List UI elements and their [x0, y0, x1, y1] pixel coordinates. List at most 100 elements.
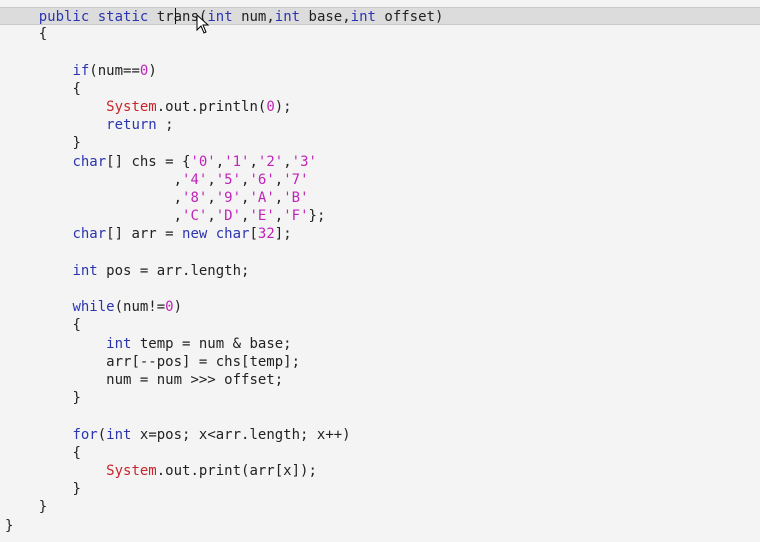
code-token: {	[72, 444, 81, 461]
code-token: '6'	[249, 171, 275, 188]
code-line[interactable]: for(int x=pos; x<arr.length; x++)	[0, 426, 760, 444]
code-line[interactable]: while(num!=0)	[0, 298, 760, 316]
code-token: x=pos; x<arr.length; x++)	[131, 426, 351, 443]
code-token: num,	[232, 9, 275, 25]
code-token: int	[350, 9, 376, 25]
code-token: '1'	[224, 153, 250, 170]
code-token: 32	[257, 226, 275, 243]
code-token: )	[173, 299, 183, 316]
code-token: pos = arr.length;	[97, 262, 250, 279]
code-line[interactable]: if(num==0)	[0, 62, 760, 80]
code-token: '0'	[190, 153, 216, 170]
code-token: while	[72, 299, 115, 316]
code-token: ];	[274, 226, 292, 243]
code-token: ,	[173, 171, 183, 188]
code-line[interactable]: int pos = arr.length;	[0, 262, 760, 280]
code-token: 'E'	[249, 208, 275, 225]
code-line[interactable]	[0, 280, 760, 298]
code-token: }	[38, 499, 48, 516]
code-token: [	[249, 226, 258, 243]
code-line[interactable]	[0, 407, 760, 425]
code-token: (	[97, 426, 107, 443]
code-token: ,	[274, 208, 284, 225]
code-token: 'A'	[249, 190, 275, 206]
code-line[interactable]: {	[0, 444, 760, 462]
code-token: base,	[300, 9, 351, 25]
code-editor[interactable]: public static trans(int num,int base,int…	[0, 0, 760, 542]
code-line[interactable]: ,'8','9','A','B'	[0, 189, 760, 207]
code-token: 'D'	[215, 208, 242, 225]
code-token: num = num >>> offset;	[106, 372, 284, 388]
code-token: {	[38, 26, 48, 43]
code-token: new	[182, 226, 208, 243]
code-line[interactable]: {	[0, 316, 760, 334]
code-token: }	[72, 481, 81, 498]
current-code-line[interactable]: public static trans(int num,int base,int…	[0, 7, 760, 25]
code-line[interactable]: System.out.print(arr[x]);	[0, 462, 760, 480]
code-token: 0	[165, 299, 174, 316]
code-line[interactable]: return ;	[0, 116, 760, 134]
code-token: return	[106, 117, 157, 134]
code-token: }	[5, 517, 14, 534]
code-line[interactable]	[0, 43, 760, 61]
code-line[interactable]	[0, 244, 760, 262]
code-token: {	[72, 80, 81, 97]
code-line[interactable]: ,'4','5','6','7'	[0, 171, 760, 189]
code-token: offset)	[375, 9, 444, 25]
code-line[interactable]: }	[0, 134, 760, 152]
code-token: '9'	[215, 190, 242, 206]
code-token: };	[308, 208, 326, 225]
code-token: for	[72, 426, 98, 443]
code-token: .out.println(	[156, 99, 267, 115]
code-token: }	[72, 135, 81, 152]
code-token: 'B'	[283, 190, 309, 206]
code-line[interactable]: char[] arr = new char[32];	[0, 225, 760, 243]
code-line[interactable]: }	[0, 389, 760, 407]
code-token: {	[72, 317, 81, 334]
code-token: ,	[173, 190, 183, 206]
code-token: temp = num & base;	[131, 335, 292, 352]
code-line[interactable]: }	[0, 517, 760, 535]
code-token: ,	[173, 208, 183, 225]
code-line[interactable]: char[] chs = {'0','1','2','3'	[0, 153, 760, 171]
code-token: ,	[283, 153, 292, 170]
code-line[interactable]: {	[0, 80, 760, 98]
code-token: ,	[249, 153, 258, 170]
code-line[interactable]: }	[0, 480, 760, 498]
code-line[interactable]: {	[0, 25, 760, 43]
code-line[interactable]: arr[--pos] = chs[temp];	[0, 353, 760, 371]
code-line[interactable]: System.out.println(0);	[0, 98, 760, 116]
code-line[interactable]: ,'C','D','E','F'};	[0, 207, 760, 225]
code-line[interactable]: }	[0, 498, 760, 516]
code-line[interactable]: int temp = num & base;	[0, 335, 760, 353]
code-token: ,	[274, 171, 284, 188]
code-line[interactable]: num = num >>> offset;	[0, 371, 760, 389]
code-token: int	[72, 262, 98, 279]
code-token: System	[106, 99, 157, 115]
code-token: }	[72, 390, 81, 407]
